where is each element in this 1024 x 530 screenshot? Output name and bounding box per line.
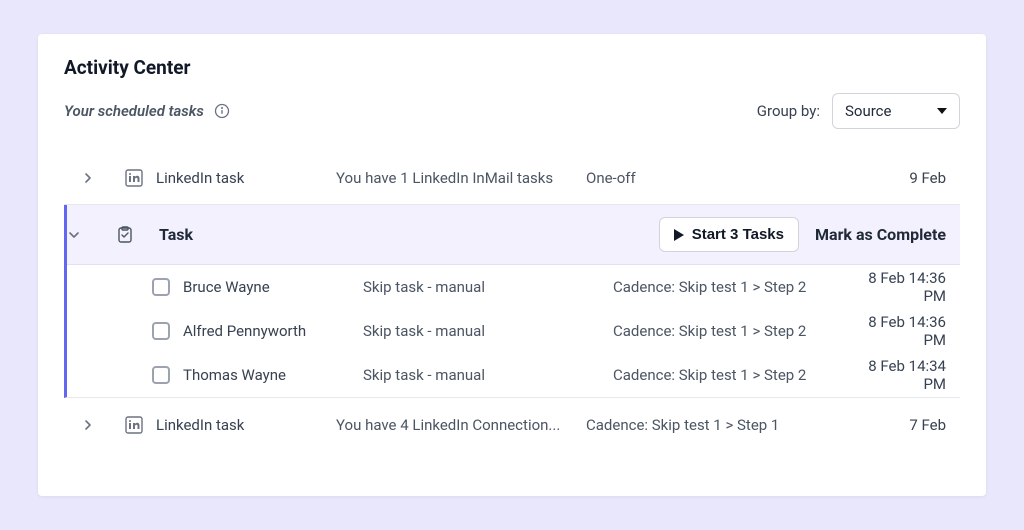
task-list: LinkedIn task You have 1 LinkedIn InMail… — [64, 151, 960, 452]
task-cadence: Cadence: Skip test 1 > Step 2 — [613, 322, 863, 340]
task-checkbox[interactable] — [152, 278, 170, 296]
group-summary: You have 4 LinkedIn Connection... — [336, 416, 586, 434]
caret-down-icon — [937, 108, 947, 114]
group-label: LinkedIn task — [156, 416, 336, 434]
chevron-right-icon[interactable] — [64, 171, 112, 185]
task-time: 8 Feb 14:36 PM — [863, 313, 960, 349]
group-cadence: One-off — [586, 169, 796, 187]
subheader-row: Your scheduled tasks Group by: Source — [64, 93, 960, 129]
group-by-select[interactable]: Source — [832, 93, 960, 129]
subtitle: Your scheduled tasks — [64, 102, 204, 120]
task-cadence: Cadence: Skip test 1 > Step 2 — [613, 278, 863, 296]
group-row-linkedin[interactable]: LinkedIn task You have 4 LinkedIn Connec… — [64, 398, 960, 452]
start-tasks-button[interactable]: Start 3 Tasks — [659, 217, 799, 252]
task-checkbox[interactable] — [152, 322, 170, 340]
task-checkbox[interactable] — [152, 366, 170, 384]
task-row[interactable]: Thomas Wayne Skip task - manual Cadence:… — [67, 353, 960, 397]
task-time: 8 Feb 14:36 PM — [863, 269, 960, 305]
group-by-control: Group by: Source — [757, 93, 960, 129]
group-cadence: Cadence: Skip test 1 > Step 1 — [586, 416, 796, 434]
linkedin-icon — [112, 415, 156, 435]
group-date: 7 Feb — [796, 416, 960, 434]
group-by-label: Group by: — [757, 102, 820, 120]
group-date: 9 Feb — [796, 169, 960, 187]
task-icon — [115, 225, 159, 245]
play-icon — [674, 229, 684, 241]
activity-center-panel: Activity Center Your scheduled tasks Gro… — [38, 34, 986, 496]
task-action: Skip task - manual — [363, 322, 613, 340]
group-by-selected: Source — [845, 102, 891, 120]
chevron-down-icon[interactable] — [67, 228, 115, 242]
group-summary: You have 1 LinkedIn InMail tasks — [336, 169, 586, 187]
task-cadence: Cadence: Skip test 1 > Step 2 — [613, 366, 863, 384]
linkedin-icon — [112, 168, 156, 188]
info-icon[interactable] — [214, 103, 230, 119]
task-action: Skip task - manual — [363, 278, 613, 296]
group-row-task[interactable]: Task Start 3 Tasks Mark as Complete — [67, 205, 960, 265]
group-label: LinkedIn task — [156, 169, 336, 187]
group-block-task: Task Start 3 Tasks Mark as Complete Br — [64, 205, 960, 398]
group-row-linkedin[interactable]: LinkedIn task You have 1 LinkedIn InMail… — [64, 151, 960, 205]
task-name: Bruce Wayne — [183, 278, 363, 296]
task-name: Alfred Pennyworth — [183, 322, 363, 340]
task-name: Thomas Wayne — [183, 366, 363, 384]
task-row[interactable]: Bruce Wayne Skip task - manual Cadence: … — [67, 265, 960, 309]
task-time: 8 Feb 14:34 PM — [863, 357, 960, 393]
mark-complete-button[interactable]: Mark as Complete — [815, 225, 946, 244]
page-title: Activity Center — [64, 56, 960, 79]
chevron-right-icon[interactable] — [64, 418, 112, 432]
group-label: Task — [159, 225, 339, 244]
start-tasks-label: Start 3 Tasks — [692, 226, 784, 243]
task-action: Skip task - manual — [363, 366, 613, 384]
task-row[interactable]: Alfred Pennyworth Skip task - manual Cad… — [67, 309, 960, 353]
